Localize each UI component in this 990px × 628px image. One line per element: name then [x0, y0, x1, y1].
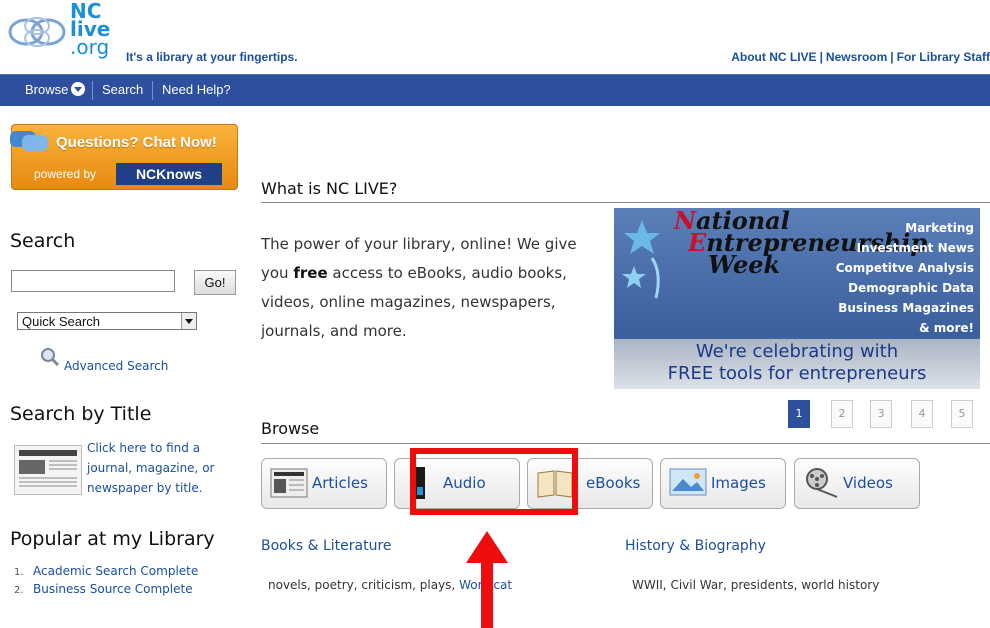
newsroom-link[interactable]: Newsroom [826, 50, 887, 64]
popular-heading: Popular at my Library [10, 528, 215, 550]
browse-heading: Browse [261, 419, 320, 438]
image-icon [669, 468, 707, 496]
banner-list: Marketing Investment News Competitve Ana… [835, 221, 974, 335]
highlight-box [410, 448, 578, 515]
popular-list: 1. Academic Search Complete 2. Business So… [14, 564, 198, 600]
what-is-heading: What is NC LIVE? [261, 179, 398, 198]
promo-banner[interactable]: National Entrepreneurship Week Marketing… [614, 208, 980, 389]
browse-videos-button[interactable]: Videos [794, 458, 920, 509]
library-staff-link[interactable]: For Library Staff [897, 50, 990, 64]
list-item: 1. Academic Search Complete [14, 564, 199, 578]
chat-bubble-icon [10, 131, 48, 151]
newspaper-icon [14, 445, 82, 495]
pager-1[interactable]: 1 [788, 400, 810, 428]
logo-text: NC live .org [70, 0, 111, 59]
tagline: It's a library at your fingertips. [126, 50, 298, 64]
select-arrow-icon [181, 313, 196, 329]
ncknows-badge: NCKnows [116, 163, 222, 185]
nav-need-help[interactable]: Need Help? [162, 82, 231, 97]
newspaper-icon [270, 468, 308, 498]
browse-images-button[interactable]: Images [660, 458, 786, 509]
nclive-logo[interactable]: NC live .org [8, 0, 128, 66]
chat-now-button[interactable]: Questions? Chat Now! powered by NCKnows [10, 124, 238, 190]
search-input[interactable] [11, 270, 175, 292]
film-reel-icon [806, 468, 838, 498]
main-navbar: Browse Search Need Help? [0, 74, 990, 106]
pager-2[interactable]: 2 [831, 400, 853, 428]
intro-text: The power of your library, online! We gi… [261, 235, 577, 340]
pager-4[interactable]: 4 [911, 400, 933, 428]
browse-articles-button[interactable]: Articles [261, 458, 387, 509]
title-search-link[interactable]: Click here to find a journal, magazine, … [87, 438, 227, 498]
go-button[interactable]: Go! [194, 270, 236, 295]
search-by-title-heading: Search by Title [10, 403, 152, 425]
chevron-down-icon [71, 82, 86, 96]
search-heading: Search [10, 230, 76, 252]
pager-3[interactable]: 3 [870, 400, 892, 428]
magnifier-icon [41, 348, 60, 367]
about-link[interactable]: About NC LIVE [731, 50, 816, 64]
search-type-select[interactable]: Quick Search [17, 312, 197, 330]
banner-tagline: We're celebrating with FREE tools for en… [667, 341, 927, 384]
nav-browse[interactable]: Browse [25, 82, 86, 97]
logo-knot-icon [8, 17, 66, 47]
nav-search[interactable]: Search [102, 82, 143, 97]
category-books-literature[interactable]: Books & Literature [261, 538, 392, 554]
category-history-biography[interactable]: History & Biography [625, 538, 766, 554]
top-links: About NC LIVE | Newsroom | For Library Staff [731, 50, 990, 64]
red-arrow-icon [466, 531, 508, 628]
star-icon [622, 220, 660, 299]
category-history-desc: WWII, Civil War, presidents, world histo… [632, 578, 880, 592]
pager-5[interactable]: 5 [951, 400, 973, 428]
list-item: 2. Business Source Complete [14, 582, 193, 596]
